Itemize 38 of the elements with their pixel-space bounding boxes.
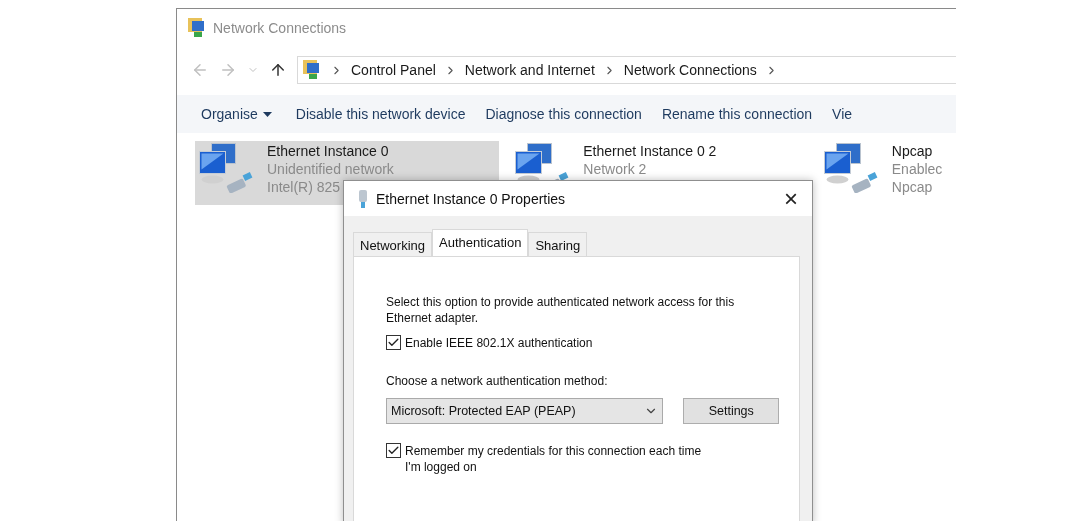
connection-item[interactable]: Npcap Enablec Npcap [819,141,956,205]
breadcrumb-item[interactable]: Network Connections [623,62,757,78]
window-title: Network Connections [213,20,347,36]
remember-checkbox[interactable] [386,443,401,458]
connection-status: Unidentified network [267,161,394,177]
connection-name: Npcap [891,143,934,159]
control-panel-icon [302,59,322,81]
checkbox-label: Remember my credentials for this connection each time I'm logged on [405,443,703,475]
checkbox-label: Enable IEEE 802.1X authentication [405,335,593,351]
enable-checkbox[interactable] [386,335,401,350]
toolbar-button[interactable]: Disable this network device [295,106,466,122]
address-bar[interactable]: Control Panel Network and Internet Network Connections [297,56,956,84]
tab[interactable]: Authentication [432,229,529,256]
connection-status: Enablec [891,161,943,177]
close-button[interactable]: × [780,186,802,211]
menu-button[interactable]: Organise [201,106,272,122]
field-label: Choose a network authentication method: [386,373,609,389]
settings-button[interactable]: Settings [683,398,779,424]
toolbar-button[interactable]: Diagnose this connection [485,106,642,122]
adapter-icon [358,188,368,209]
tab[interactable]: Sharing [528,232,588,256]
method-dropdown[interactable]: Microsoft: Protected EAP (PEAP) [386,398,664,424]
toolbar-button[interactable]: Vie [832,106,853,122]
control-panel-icon [187,17,207,39]
description-text: Select this option to provide authenticated network access for this Ethernet adapter. [386,294,736,326]
connection-name: Ethernet Instance 0 2 [583,143,717,159]
network-computer-icon [199,143,253,193]
connection-status: Network 2 [583,161,648,177]
breadcrumb-item[interactable]: Network and Internet [464,62,595,78]
adapter-name: Intel(R) 825 [267,179,342,195]
toolbar-button[interactable]: Rename this connection [661,106,813,122]
adapter-name: Npcap [891,179,934,195]
network-computer-icon [823,143,878,193]
up-icon[interactable] [269,61,287,79]
caret-icon [262,111,272,117]
breadcrumb-item[interactable]: Control Panel [351,62,436,78]
connection-name: Ethernet Instance 0 [267,143,390,159]
tab[interactable]: Networking [353,232,433,256]
